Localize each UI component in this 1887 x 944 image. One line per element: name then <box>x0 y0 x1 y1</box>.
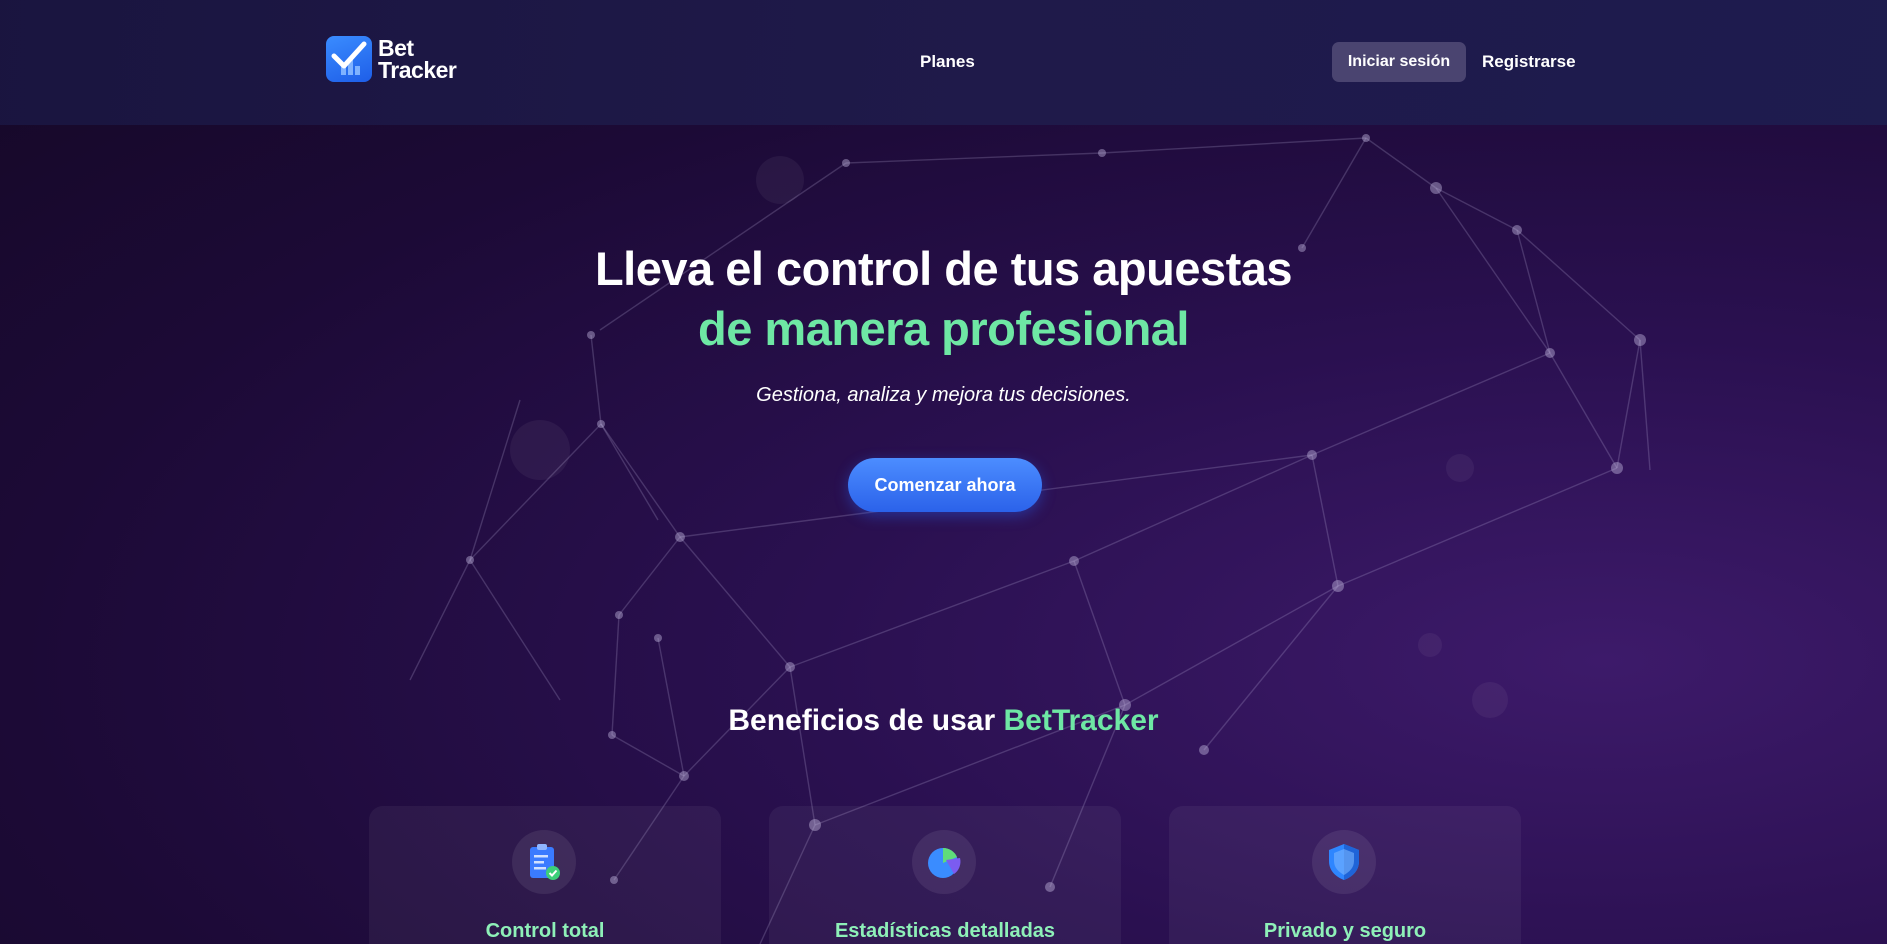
shield-icon <box>1312 830 1376 894</box>
hero-subtitle: Gestiona, analiza y mejora tus decisione… <box>756 384 1131 406</box>
benefits-heading: Beneficios de usar BetTracker <box>0 704 1887 738</box>
logo-text: Bet Tracker <box>378 35 457 83</box>
clipboard-check-icon <box>512 830 576 894</box>
benefits-heading-prefix: Beneficios de usar <box>728 704 1004 737</box>
logo-line1: Bet <box>378 35 414 61</box>
pie-chart-icon <box>912 830 976 894</box>
benefit-card-control: Control total <box>369 806 721 944</box>
benefit-card-statistics: Estadísticas detalladas <box>769 806 1121 944</box>
card-title: Control total <box>485 920 605 942</box>
login-button[interactable]: Iniciar sesión <box>1332 42 1466 82</box>
benefits-heading-accent: BetTracker <box>1003 704 1159 737</box>
hero-title-line2: de manera profesional <box>698 302 1190 355</box>
bettracker-logo[interactable]: Bet Tracker <box>326 35 457 83</box>
nav-link-planes[interactable]: Planes <box>920 52 975 72</box>
start-now-button[interactable]: Comenzar ahora <box>848 458 1042 512</box>
landing-page: Bet Tracker Planes Iniciar sesión Regist… <box>0 0 1887 944</box>
card-title: Privado y seguro <box>1263 920 1427 942</box>
checkmark-chart-icon <box>326 36 372 82</box>
hero-title-line1: Lleva el control de tus apuestas <box>594 242 1293 295</box>
register-link[interactable]: Registrarse <box>1482 52 1576 72</box>
logo-line2: Tracker <box>378 57 457 83</box>
benefit-card-security: Privado y seguro <box>1169 806 1521 944</box>
card-title: Estadísticas detalladas <box>834 920 1056 942</box>
